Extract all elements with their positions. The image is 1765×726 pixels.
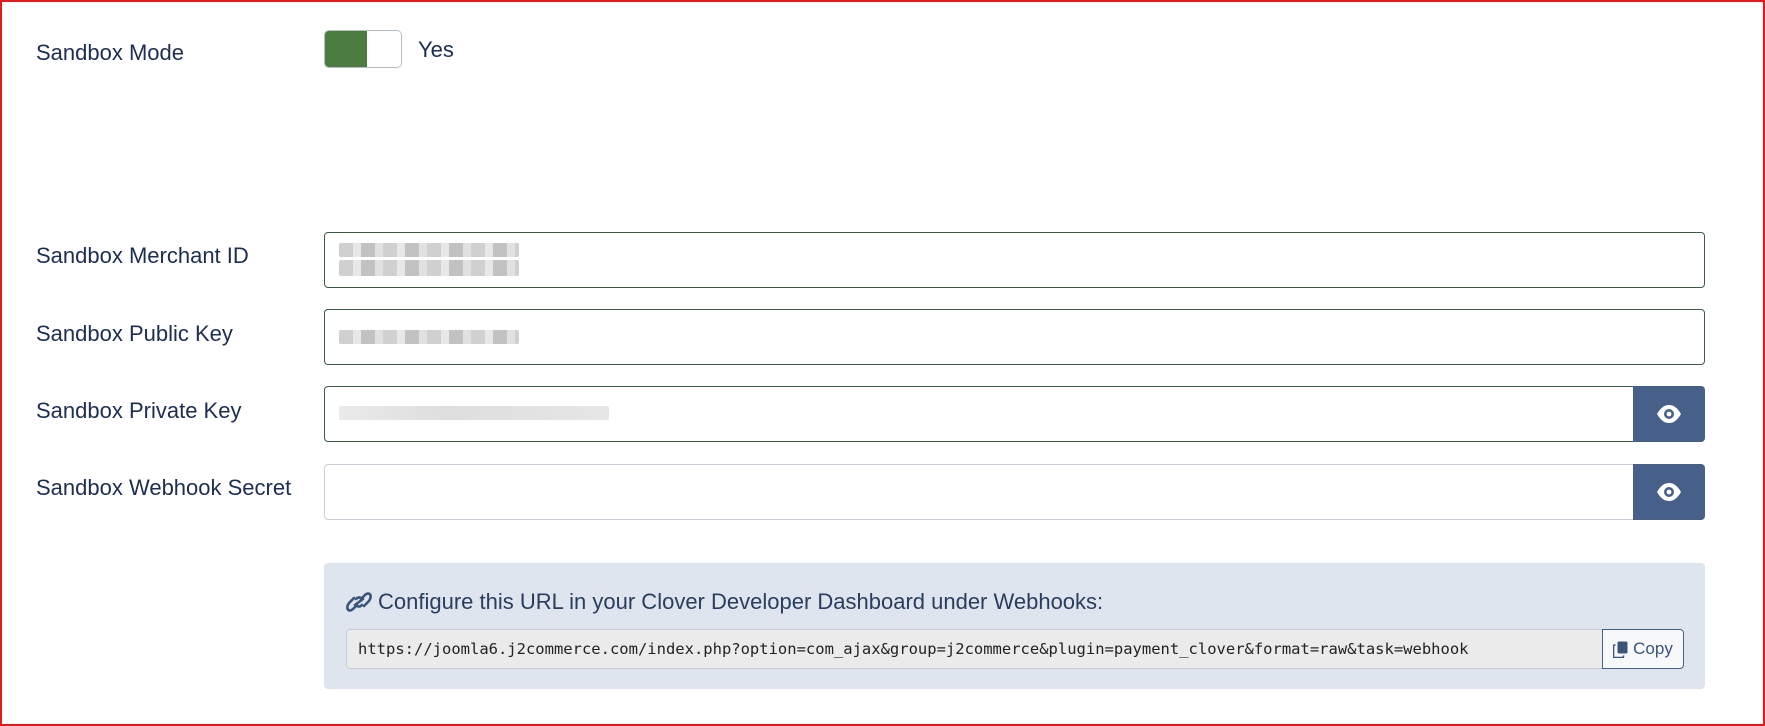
sandbox-mode-label: Sandbox Mode <box>36 40 184 65</box>
webhook-url-field[interactable]: https://joomla6.j2commerce.com/index.php… <box>346 629 1602 669</box>
redacted-value <box>339 260 519 276</box>
toggle-on-indicator <box>325 31 367 67</box>
sandbox-mode-toggle[interactable] <box>324 30 402 68</box>
private-key-field[interactable] <box>324 386 1634 442</box>
webhook-info-box: Configure this URL in your Clover Develo… <box>324 563 1705 689</box>
public-key-label: Sandbox Public Key <box>36 321 233 346</box>
redacted-value <box>339 330 519 344</box>
merchant-id-field[interactable] <box>324 232 1705 288</box>
private-key-label: Sandbox Private Key <box>36 398 242 423</box>
webhook-info-title: Configure this URL in your Clover Develo… <box>346 589 1103 615</box>
merchant-id-label: Sandbox Merchant ID <box>36 243 249 268</box>
webhook-secret-label: Sandbox Webhook Secret <box>36 475 292 500</box>
webhook-secret-field[interactable] <box>324 464 1634 520</box>
link-icon <box>346 592 372 612</box>
redacted-value <box>339 243 519 257</box>
webhook-info-text: Configure this URL in your Clover Develo… <box>378 589 1104 614</box>
show-private-key-button[interactable] <box>1633 386 1705 442</box>
eye-icon <box>1657 405 1681 423</box>
copy-url-button[interactable]: Copy <box>1602 629 1684 669</box>
public-key-field[interactable] <box>324 309 1705 365</box>
sandbox-mode-value: Yes <box>418 37 454 62</box>
copy-icon <box>1613 641 1628 658</box>
webhook-url-row: https://joomla6.j2commerce.com/index.php… <box>346 629 1684 669</box>
masked-value <box>339 406 609 420</box>
copy-button-label: Copy <box>1633 639 1673 658</box>
show-webhook-secret-button[interactable] <box>1633 464 1705 520</box>
eye-icon <box>1657 483 1681 501</box>
